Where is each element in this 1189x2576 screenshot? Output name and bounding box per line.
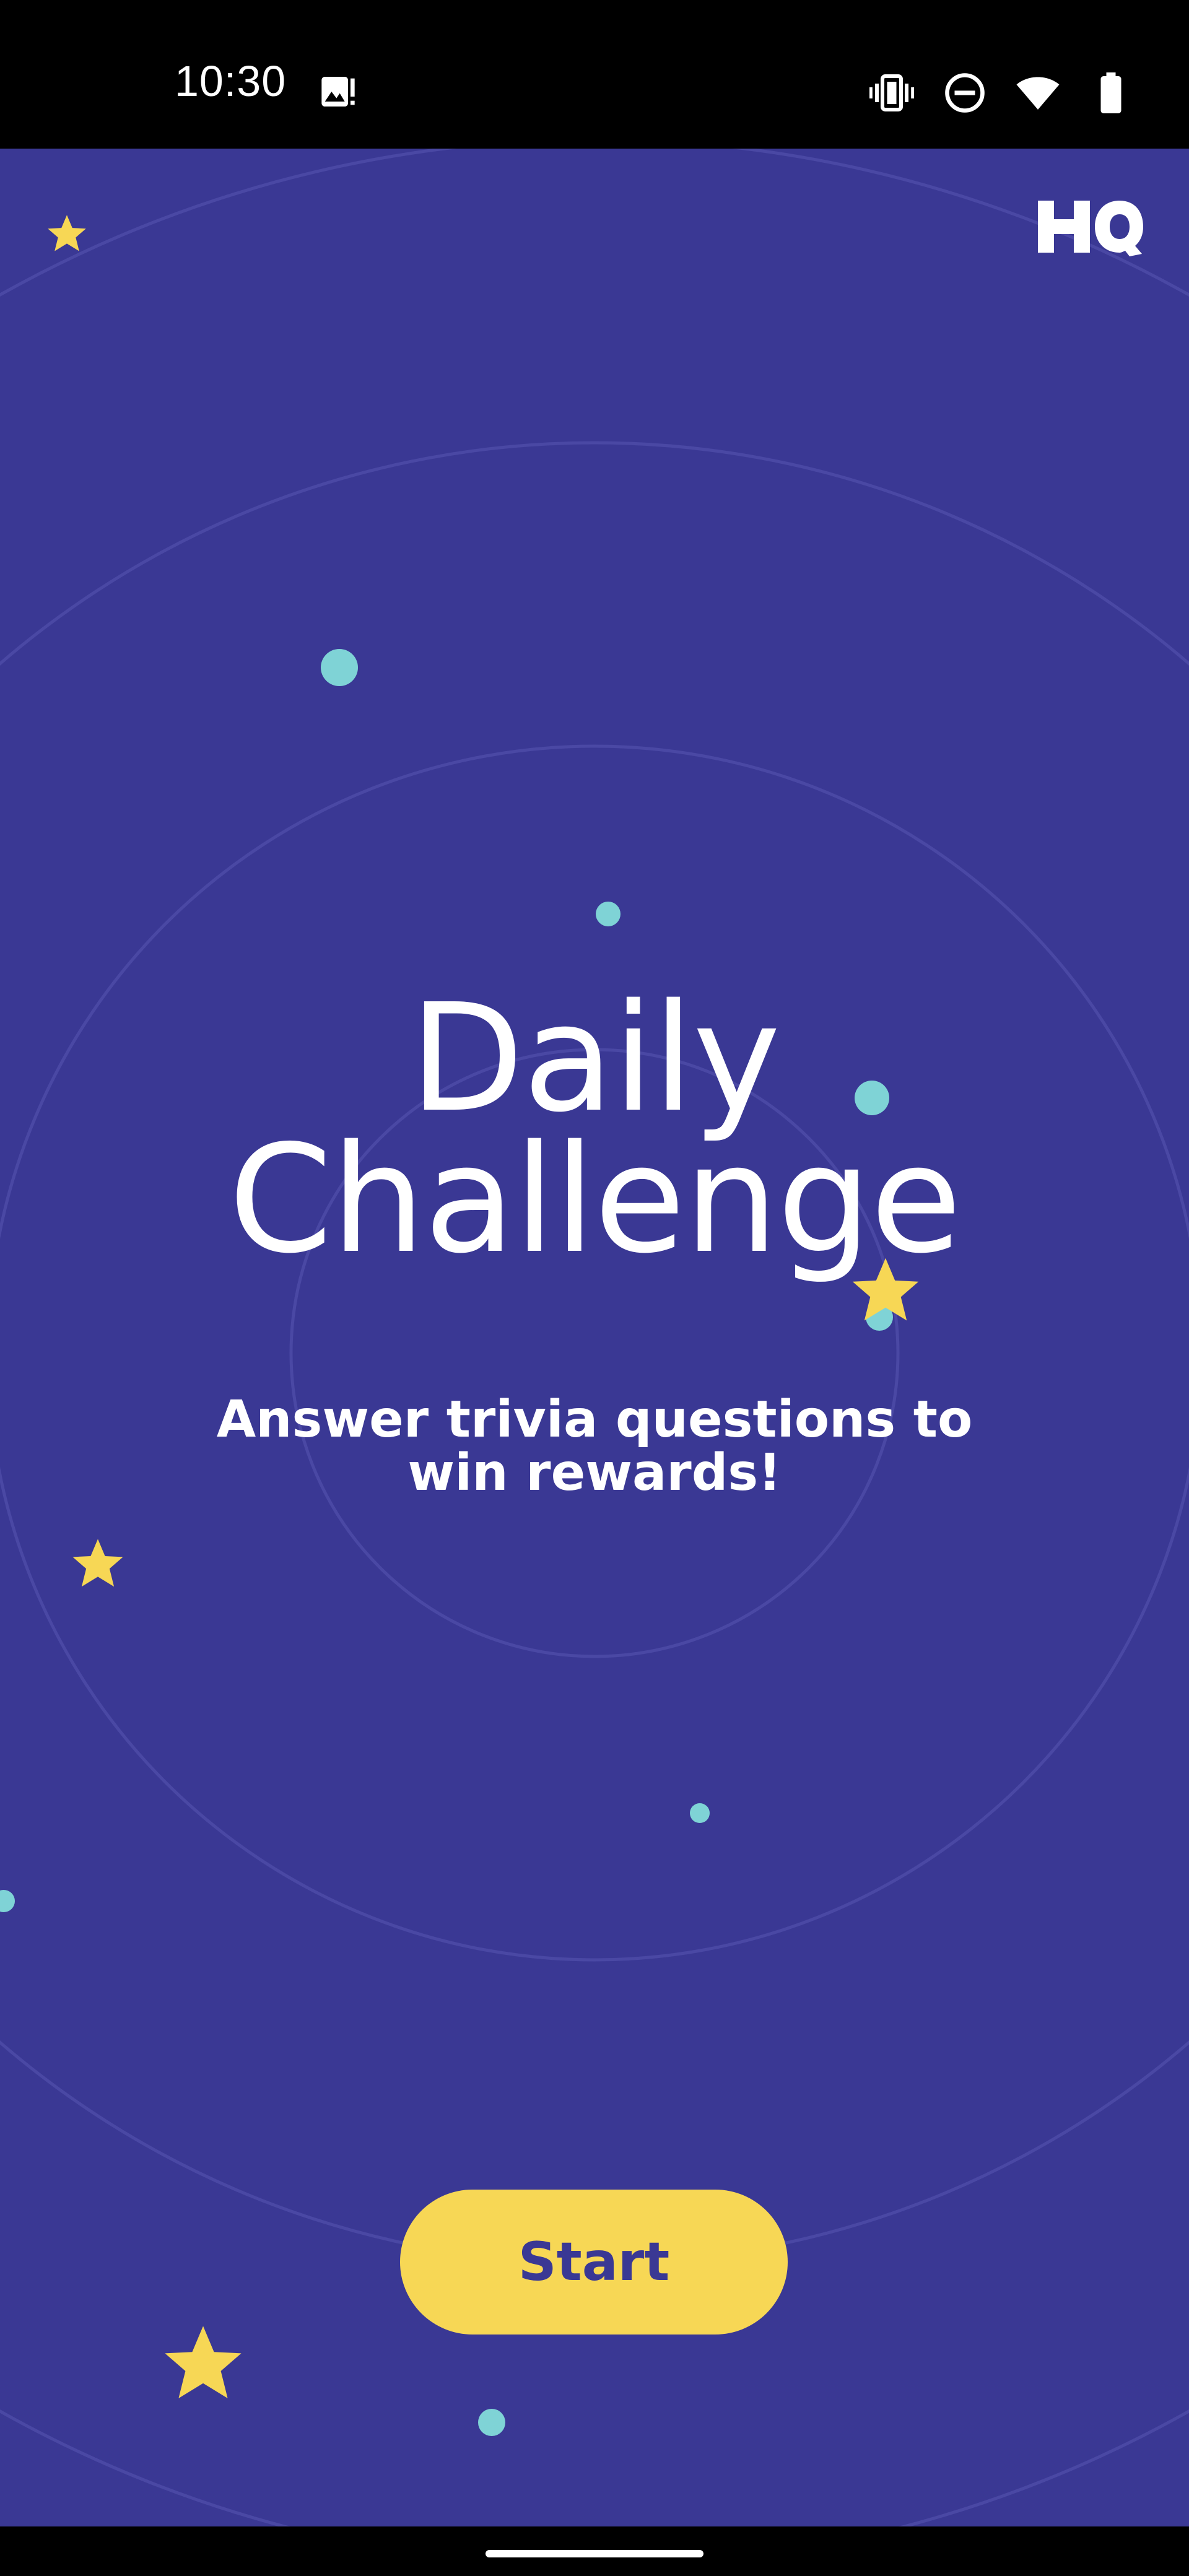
do-not-disturb-icon (945, 73, 985, 113)
star-icon (165, 2326, 242, 2398)
dot (0, 1890, 15, 1912)
hq-logo (1038, 201, 1143, 256)
wifi-icon (1016, 77, 1060, 110)
vibrate-icon (869, 74, 914, 111)
home-gesture-handle[interactable] (486, 2550, 703, 2557)
start-button[interactable]: Start (400, 2190, 788, 2334)
page-title: Daily Challenge (0, 972, 1189, 1286)
ring (0, 744, 1189, 1962)
status-bar: 10:30 (0, 0, 1189, 149)
battery-icon (1100, 72, 1121, 113)
decorative-dots (0, 649, 893, 2436)
status-icons (869, 68, 1133, 118)
dot (478, 2409, 505, 2436)
ring (0, 149, 1189, 2526)
background-decoration (0, 149, 1189, 2526)
dot (690, 1803, 710, 1823)
page-subtitle: Answer trivia questions to win rewards! (0, 1393, 1189, 1500)
subtitle-line: Answer trivia questions to (216, 1390, 973, 1449)
star-icon (48, 215, 86, 251)
star-icon (72, 1539, 123, 1587)
image-alert-icon (321, 77, 355, 107)
title-line: Daily (409, 972, 780, 1145)
dot (596, 902, 621, 926)
ring (0, 441, 1189, 2265)
title-line: Challenge (229, 1113, 962, 1286)
status-time: 10:30 (175, 57, 287, 105)
concentric-rings (0, 149, 1189, 2526)
dot (321, 649, 358, 686)
subtitle-line: win rewards! (407, 1443, 782, 1502)
daily-challenge-screen: Daily Challenge Answer trivia questions … (0, 149, 1189, 2526)
